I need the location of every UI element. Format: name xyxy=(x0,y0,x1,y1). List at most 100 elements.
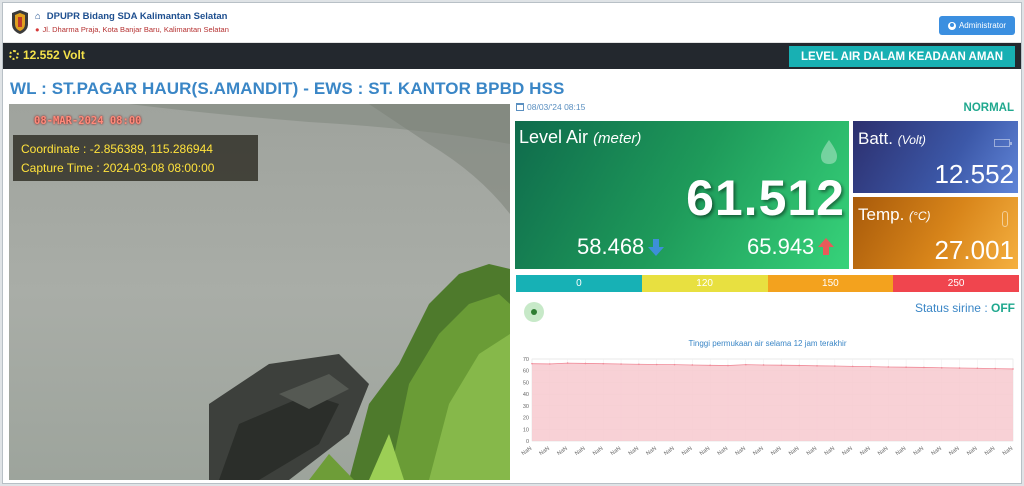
chart-x-tick-label: NaN xyxy=(984,446,996,457)
chart-data-point xyxy=(976,367,979,370)
siren-status: Status sirine : OFF xyxy=(914,301,1015,315)
chart-x-tick-label: NaN xyxy=(824,446,836,457)
temperature-value: 27.001 xyxy=(934,235,1014,265)
province-logo-icon xyxy=(12,10,28,34)
status-bar: 12.552 Volt LEVEL AIR DALAM KEADAAN AMAN xyxy=(3,43,1021,69)
chart-data-point xyxy=(994,367,996,370)
header: ⌂ DPUPR Bidang SDA Kalimantan Selatan ● Jl… xyxy=(3,3,1021,43)
user-circle-icon xyxy=(947,21,956,30)
chart-x-tick-label: NaN xyxy=(610,446,622,457)
water-drop-icon xyxy=(821,140,837,164)
reading-timestamp: 08/03/'24 08:15 xyxy=(516,102,585,112)
chart-x-tick-label: NaN xyxy=(556,446,568,457)
chart-x-tick-label: NaN xyxy=(592,446,604,457)
level-min: 58.468 xyxy=(577,234,666,260)
chart-data-point xyxy=(1012,368,1014,370)
chart-data-point xyxy=(549,363,551,365)
home-icon[interactable]: ⌂ xyxy=(35,11,41,22)
chart-data-point xyxy=(834,365,836,367)
threshold-segment-2: 150 xyxy=(767,275,894,292)
chart-data-point xyxy=(816,364,818,367)
chart-x-tick-label: NaN xyxy=(699,446,711,457)
siren-icon[interactable] xyxy=(524,302,544,322)
alert-status-badge: LEVEL AIR DALAM KEADAAN AMAN xyxy=(789,46,1015,67)
chart-data-point xyxy=(655,363,658,366)
chart-y-tick-label: 50 xyxy=(523,380,529,386)
chart-x-tick-label: NaN xyxy=(788,446,800,457)
chart-x-tick-label: NaN xyxy=(770,446,782,457)
org-address: ● Jl. Dharma Praja, Kota Banjar Baru, Kal… xyxy=(35,25,229,34)
chart-title: Tinggi permukaan air selama 12 jam terak… xyxy=(688,339,847,348)
chart-data-point xyxy=(638,363,640,366)
chart-x-tick-label: NaN xyxy=(877,446,889,457)
map-pin-icon: ● xyxy=(35,25,40,34)
chart-x-tick-label: NaN xyxy=(645,446,657,457)
temperature-card: Temp. (°C) 27.001 xyxy=(853,197,1018,269)
station-title: WL : ST.PAGAR HAUR(S.AMANDIT) - EWS : ST… xyxy=(10,79,565,98)
chart-x-tick-label: NaN xyxy=(859,446,871,457)
chart-x-tick-label: NaN xyxy=(628,446,640,457)
chart-data-point xyxy=(905,366,907,368)
chart-x-tick-label: NaN xyxy=(574,446,586,457)
chart-data-point xyxy=(691,364,694,366)
threshold-segment-1: 120 xyxy=(641,275,768,292)
chart-data-point xyxy=(584,362,587,365)
chart-data-point xyxy=(780,364,783,367)
level-value: 61.512 xyxy=(686,170,845,226)
chart-data-point xyxy=(602,362,605,365)
camera-image[interactable]: 08-MAR-2024 08:00 Coordinate : -2.856389… xyxy=(9,104,510,480)
chart-x-tick-label: NaN xyxy=(806,446,818,457)
chart-y-tick-label: 70 xyxy=(523,357,529,363)
water-level-card: Level Air (meter) 61.512 58.468 65.943 xyxy=(515,121,849,269)
chart-x-tick-label: NaN xyxy=(521,446,533,457)
chart-x-tick-label: NaN xyxy=(1002,446,1014,457)
chart-x-tick-label: NaN xyxy=(966,446,978,457)
level-max: 65.943 xyxy=(747,234,836,260)
chart-x-tick-label: NaN xyxy=(538,446,550,457)
chart-y-tick-label: 20 xyxy=(523,416,529,422)
thermometer-icon xyxy=(1002,211,1008,227)
chart-data-point xyxy=(566,362,569,364)
temperature-label: Temp. (°C) xyxy=(858,205,931,224)
chart-x-tick-label: NaN xyxy=(681,446,693,457)
chart-y-tick-label: 10 xyxy=(523,427,529,433)
chart-data-point xyxy=(923,366,925,369)
spinner-icon xyxy=(9,50,19,60)
chart-data-point xyxy=(531,362,533,365)
coordinate-text: Coordinate : -2.856389, 115.286944 xyxy=(21,142,213,156)
voltage-readout: 12.552 Volt xyxy=(9,48,85,62)
camera-info-box: Coordinate : -2.856389, 115.286944 Captu… xyxy=(13,135,258,181)
water-level-chart[interactable]: 0 10 20 30 40 50 60 70 NaN NaN NaN NaN NaN NaN NaN NaN N… xyxy=(516,351,1019,461)
chart-x-tick-label: NaN xyxy=(717,446,729,457)
chart-data-point xyxy=(620,363,622,365)
battery-value: 12.552 xyxy=(934,159,1014,189)
chart-data-point xyxy=(940,366,943,369)
chart-x-tick-label: NaN xyxy=(930,446,942,457)
administrator-button[interactable]: Administrator xyxy=(939,16,1015,35)
chart-data-point xyxy=(798,364,801,367)
chart-data-point xyxy=(869,365,872,368)
chart-x-tick-label: NaN xyxy=(734,446,746,457)
chart-x-tick-label: NaN xyxy=(841,446,853,457)
arrow-up-icon xyxy=(818,238,835,255)
capture-time-text: Capture Time : 2024-03-08 08:00:00 xyxy=(21,161,215,175)
chart-data-point xyxy=(744,363,747,366)
chart-y-tick-label: 30 xyxy=(523,404,529,410)
chart-x-tick-label: NaN xyxy=(913,446,925,457)
chart-data-point xyxy=(851,365,854,368)
threshold-bar: 0 120 150 250 xyxy=(516,275,1019,292)
calendar-icon xyxy=(516,103,524,111)
chart-y-tick-label: 0 xyxy=(526,439,529,445)
app-frame: ⌂ DPUPR Bidang SDA Kalimantan Selatan ● Jl… xyxy=(2,2,1022,484)
chart-area-fill xyxy=(532,363,1013,441)
threshold-segment-0: 0 xyxy=(516,275,642,292)
chart-y-tick-label: 60 xyxy=(523,369,529,375)
camera-timestamp: 08-MAR-2024 08:00 xyxy=(34,115,142,127)
chart-x-tick-label: NaN xyxy=(948,446,960,457)
chart-x-tick-label: NaN xyxy=(752,446,764,457)
chart-data-point xyxy=(762,364,765,366)
arrow-down-icon xyxy=(648,239,665,256)
chart-data-point xyxy=(887,366,890,368)
org-name: ⌂ DPUPR Bidang SDA Kalimantan Selatan xyxy=(35,11,228,22)
chart-data-point xyxy=(709,364,711,367)
